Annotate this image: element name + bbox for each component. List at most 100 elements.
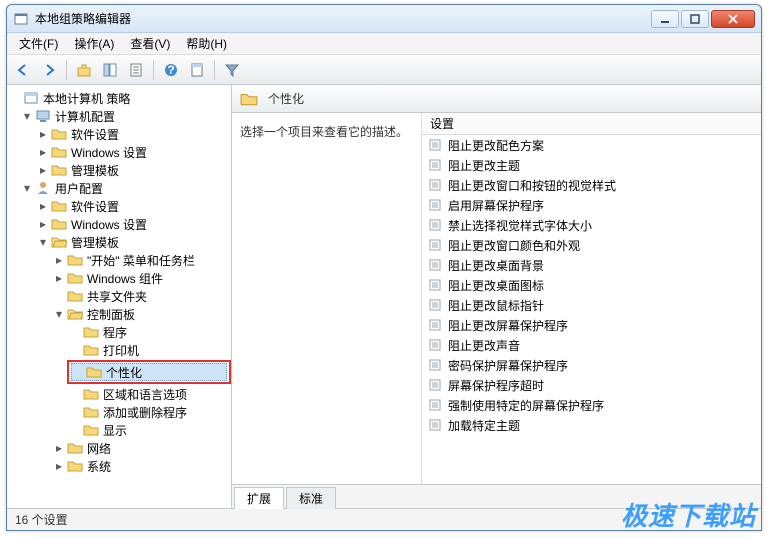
list-item-label: 阻止更改鼠标指针 — [448, 297, 544, 314]
collapse-icon[interactable]: ▾ — [21, 110, 33, 122]
list-item[interactable]: 阻止更改鼠标指针 — [422, 295, 761, 315]
list-item[interactable]: 阻止更改桌面图标 — [422, 275, 761, 295]
tree-pane[interactable]: ▾ 本地计算机 策略 ▾ 计算机配置 ▸ 软件设置 — [7, 85, 232, 508]
setting-icon — [428, 258, 442, 272]
tree-uc-software[interactable]: ▸ 软件设置 — [7, 197, 231, 215]
tree-root[interactable]: ▾ 本地计算机 策略 — [7, 89, 231, 107]
tree-system[interactable]: ▸系统 — [7, 457, 231, 475]
expand-icon[interactable]: ▸ — [53, 460, 65, 472]
folder-icon — [67, 270, 83, 286]
tree-label: Windows 设置 — [71, 144, 147, 161]
setting-icon — [428, 158, 442, 172]
tree-cp-display[interactable]: ▸显示 — [7, 421, 231, 439]
tree-user-config[interactable]: ▾ 用户配置 — [7, 179, 231, 197]
help-button[interactable]: ? — [159, 58, 183, 82]
folder-icon — [51, 216, 67, 232]
setting-icon — [428, 318, 442, 332]
tree-network[interactable]: ▸网络 — [7, 439, 231, 457]
tree-control-panel[interactable]: ▾控制面板 — [7, 305, 231, 323]
folder-icon — [83, 324, 99, 340]
menu-file[interactable]: 文件(F) — [11, 33, 66, 54]
tree-cp-region-lang[interactable]: ▸区域和语言选项 — [7, 385, 231, 403]
list-item[interactable]: 阻止更改主题 — [422, 155, 761, 175]
list-item[interactable]: 阻止更改窗口颜色和外观 — [422, 235, 761, 255]
list-item[interactable]: 阻止更改声音 — [422, 335, 761, 355]
expand-icon[interactable]: ▸ — [37, 164, 49, 176]
tree-label: 程序 — [103, 324, 127, 341]
expand-icon[interactable]: ▸ — [53, 442, 65, 454]
list-item-label: 阻止更改窗口和按钮的视觉样式 — [448, 177, 616, 194]
list-item-label: 密码保护屏幕保护程序 — [448, 357, 568, 374]
setting-icon — [428, 418, 442, 432]
list-body[interactable]: 阻止更改配色方案阻止更改主题阻止更改窗口和按钮的视觉样式启用屏幕保护程序禁止选择… — [422, 135, 761, 484]
folder-icon — [86, 364, 102, 380]
computer-icon — [35, 108, 51, 124]
export-list-button[interactable] — [124, 58, 148, 82]
folder-icon — [240, 90, 258, 108]
close-button[interactable] — [711, 10, 755, 28]
tree-cp-programs[interactable]: ▸程序 — [7, 323, 231, 341]
list-column-header[interactable]: 设置 — [422, 113, 761, 135]
expand-icon[interactable]: ▸ — [53, 272, 65, 284]
folder-icon — [51, 198, 67, 214]
list-item[interactable]: 强制使用特定的屏幕保护程序 — [422, 395, 761, 415]
tree-cc-admin[interactable]: ▸管理模板 — [7, 161, 231, 179]
list-item[interactable]: 密码保护屏幕保护程序 — [422, 355, 761, 375]
tree-cc-software[interactable]: ▸软件设置 — [7, 125, 231, 143]
tree-win-components[interactable]: ▸Windows 组件 — [7, 269, 231, 287]
collapse-icon[interactable]: ▾ — [53, 308, 65, 320]
tree-computer-config[interactable]: ▾ 计算机配置 — [7, 107, 231, 125]
list-item[interactable]: 阻止更改窗口和按钮的视觉样式 — [422, 175, 761, 195]
tab-extended[interactable]: 扩展 — [234, 487, 284, 509]
list-item[interactable]: 加载特定主题 — [422, 415, 761, 435]
menu-help[interactable]: 帮助(H) — [178, 33, 235, 54]
tab-standard[interactable]: 标准 — [286, 487, 336, 509]
expand-icon[interactable]: ▸ — [37, 146, 49, 158]
list-item[interactable]: 阻止更改配色方案 — [422, 135, 761, 155]
collapse-icon[interactable]: ▾ — [21, 182, 33, 194]
tree-label: 用户配置 — [55, 180, 103, 197]
details-pane: 个性化 选择一个项目来查看它的描述。 设置 阻止更改配色方案阻止更改主题阻止更改… — [232, 85, 761, 508]
expand-icon[interactable]: ▸ — [37, 128, 49, 140]
tree-label: 打印机 — [103, 342, 139, 359]
show-hide-tree-button[interactable] — [98, 58, 122, 82]
tree-uc-windows[interactable]: ▸Windows 设置 — [7, 215, 231, 233]
list-item[interactable]: 阻止更改屏幕保护程序 — [422, 315, 761, 335]
tree-cc-windows[interactable]: ▸ Windows 设置 — [7, 143, 231, 161]
tree-start-taskbar[interactable]: ▸"开始" 菜单和任务栏 — [7, 251, 231, 269]
list-item[interactable]: 阻止更改桌面背景 — [422, 255, 761, 275]
tree-label: 软件设置 — [71, 198, 119, 215]
tree-cp-add-remove[interactable]: ▸添加或删除程序 — [7, 403, 231, 421]
list-item[interactable]: 启用屏幕保护程序 — [422, 195, 761, 215]
folder-icon — [51, 144, 67, 160]
app-window: 本地组策略编辑器 文件(F) 操作(A) 查看(V) 帮助(H) ? — [6, 4, 762, 531]
filter-button[interactable] — [220, 58, 244, 82]
setting-icon — [428, 378, 442, 392]
forward-button[interactable] — [37, 58, 61, 82]
minimize-button[interactable] — [651, 10, 679, 28]
list-item[interactable]: 屏幕保护程序超时 — [422, 375, 761, 395]
maximize-button[interactable] — [681, 10, 709, 28]
menu-action[interactable]: 操作(A) — [66, 33, 122, 54]
folder-icon — [51, 126, 67, 142]
tree-shared-folders[interactable]: ▸共享文件夹 — [7, 287, 231, 305]
properties-button[interactable] — [185, 58, 209, 82]
back-button[interactable] — [11, 58, 35, 82]
tabs-row: 扩展 标准 — [232, 484, 761, 508]
collapse-icon[interactable]: ▾ — [37, 236, 49, 248]
tree-cp-personalization[interactable]: ▸个性化 — [71, 363, 227, 381]
folder-open-icon — [67, 306, 83, 322]
setting-icon — [428, 278, 442, 292]
menu-view[interactable]: 查看(V) — [122, 33, 178, 54]
setting-icon — [428, 198, 442, 212]
list-item[interactable]: 禁止选择视觉样式字体大小 — [422, 215, 761, 235]
expand-icon[interactable]: ▸ — [37, 200, 49, 212]
tree-label: 添加或删除程序 — [103, 404, 187, 421]
expand-icon[interactable]: ▸ — [53, 254, 65, 266]
expand-icon[interactable]: ▸ — [37, 218, 49, 230]
up-button[interactable] — [72, 58, 96, 82]
tree-uc-admin[interactable]: ▾管理模板 — [7, 233, 231, 251]
description-column: 选择一个项目来查看它的描述。 — [232, 113, 422, 484]
tree-cp-printers[interactable]: ▸打印机 — [7, 341, 231, 359]
policy-icon — [23, 90, 39, 106]
